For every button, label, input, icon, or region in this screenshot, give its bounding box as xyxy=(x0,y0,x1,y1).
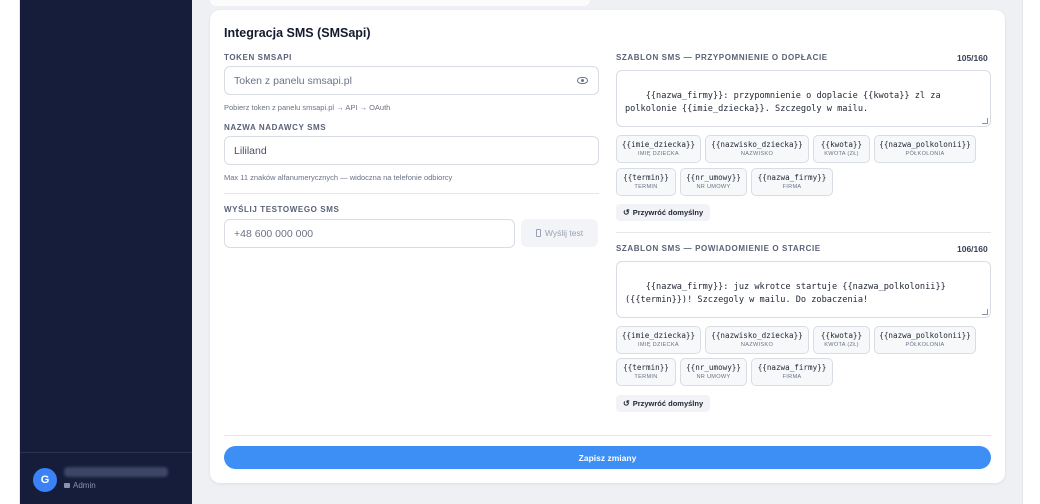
user-role-label: Admin xyxy=(73,481,96,490)
template-reminder-text: {{nazwa_firmy}}: przypomnienie o doplaci… xyxy=(625,91,946,114)
chip-code: {{nazwisko_dziecka}} xyxy=(711,331,803,340)
chip-code: {{kwota}} xyxy=(820,331,863,340)
variable-chip-kwota[interactable]: {{kwota}} KWOTA (ZŁ) xyxy=(813,326,870,354)
sender-label: NAZWA NADAWCY SMS xyxy=(224,123,327,132)
chip-code: {{nazwa_firmy}} xyxy=(757,173,827,182)
reset-start-template-button[interactable]: ↺ Przywróć domyślny xyxy=(616,395,711,412)
test-phone-input[interactable]: +48 600 000 000 xyxy=(224,219,515,248)
resize-handle[interactable] xyxy=(982,309,988,315)
token-label: TOKEN SMSAPI xyxy=(224,53,292,62)
resize-handle[interactable] xyxy=(982,118,988,124)
avatar[interactable]: G xyxy=(33,468,57,492)
eye-icon[interactable] xyxy=(577,77,588,84)
chip-code: {{nazwa_polkolonii}} xyxy=(879,140,971,149)
chip-label: NR UMOWY xyxy=(696,374,731,380)
chip-label: FIRMA xyxy=(782,184,802,190)
variable-chip-polkolonia[interactable]: {{nazwa_polkolonii}} PÓŁKOLONIA xyxy=(874,135,976,163)
chip-label: IMIĘ DZIECKA xyxy=(638,342,679,348)
chip-code: {{nr_umowy}} xyxy=(686,363,741,372)
variable-chip-nazwisko[interactable]: {{nazwisko_dziecka}} NAZWISKO xyxy=(705,326,809,354)
template-start-counter: 106/160 xyxy=(957,244,988,254)
divider xyxy=(224,193,599,194)
user-email-redacted xyxy=(64,467,168,477)
test-sms-label: WYŚLIJ TESTOWEGO SMS xyxy=(224,205,340,214)
divider xyxy=(616,232,991,233)
reset-reminder-template-button[interactable]: ↺ Przywróć domyślny xyxy=(616,204,711,221)
chip-code: {{imie_dziecka}} xyxy=(621,331,696,340)
reset-label: Przywróć domyślny xyxy=(632,399,704,408)
chip-code: {{nazwisko_dziecka}} xyxy=(711,140,803,149)
sidebar: G Admin xyxy=(20,0,192,504)
variable-chip-termin[interactable]: {{termin}} TERMIN xyxy=(616,168,676,196)
refresh-icon: ↺ xyxy=(623,207,630,217)
refresh-icon: ↺ xyxy=(623,398,630,408)
sidebar-user-panel[interactable]: G Admin xyxy=(20,452,192,504)
previous-card-edge xyxy=(210,0,590,6)
send-test-button[interactable]: Wyślij test xyxy=(521,219,598,247)
chip-label: IMIĘ DZIECKA xyxy=(638,151,679,157)
chip-code: {{nazwa_firmy}} xyxy=(757,363,827,372)
briefcase-icon xyxy=(64,483,70,488)
variable-chip-firma[interactable]: {{nazwa_firmy}} FIRMA xyxy=(751,358,833,386)
variable-chip-imie-dziecka[interactable]: {{imie_dziecka}} IMIĘ DZIECKA xyxy=(616,326,701,354)
chip-code: {{termin}} xyxy=(623,363,669,372)
variable-chip-termin[interactable]: {{termin}} TERMIN xyxy=(616,358,676,386)
chip-code: {{nr_umowy}} xyxy=(686,173,741,182)
card-title: Integracja SMS (SMSapi) xyxy=(224,26,371,40)
phone-icon xyxy=(535,229,541,237)
variable-chip-kwota[interactable]: {{kwota}} KWOTA (ZŁ) xyxy=(813,135,870,163)
left-edge-panel xyxy=(0,0,20,504)
variable-chip-nr-umowy[interactable]: {{nr_umowy}} NR UMOWY xyxy=(680,168,747,196)
template-start-label: SZABLON SMS — POWIADOMIENIE O STARCIE xyxy=(616,244,821,253)
variable-chip-firma[interactable]: {{nazwa_firmy}} FIRMA xyxy=(751,168,833,196)
token-hint: Pobierz token z panelu smsapi.pl → API →… xyxy=(224,103,391,112)
chip-label: PÓŁKOLONIA xyxy=(905,151,945,157)
chip-code: {{kwota}} xyxy=(820,140,863,149)
variable-chip-nazwisko[interactable]: {{nazwisko_dziecka}} NAZWISKO xyxy=(705,135,809,163)
sender-value: Lililand xyxy=(234,144,267,157)
variable-chip-nr-umowy[interactable]: {{nr_umowy}} NR UMOWY xyxy=(680,358,747,386)
chip-label: PÓŁKOLONIA xyxy=(905,342,945,348)
template-start-textarea[interactable]: {{nazwa_firmy}}: juz wkrotce startuje {{… xyxy=(616,261,991,318)
template-start-text: {{nazwa_firmy}}: juz wkrotce startuje {{… xyxy=(625,282,951,305)
sms-integration-card: Integracja SMS (SMSapi) TOKEN SMSAPI Tok… xyxy=(210,10,1005,483)
template-reminder-textarea[interactable]: {{nazwa_firmy}}: przypomnienie o doplaci… xyxy=(616,70,991,127)
save-changes-button[interactable]: Zapisz zmiany xyxy=(224,446,991,469)
chip-label: KWOTA (ZŁ) xyxy=(824,342,859,348)
chip-label: TERMIN xyxy=(634,374,658,380)
chip-code: {{termin}} xyxy=(623,173,669,182)
variable-chip-imie-dziecka[interactable]: {{imie_dziecka}} IMIĘ DZIECKA xyxy=(616,135,701,163)
token-placeholder: Token z panelu smsapi.pl xyxy=(234,74,352,87)
send-test-label: Wyślij test xyxy=(544,228,584,238)
chip-code: {{imie_dziecka}} xyxy=(621,140,696,149)
chip-label: NAZWISKO xyxy=(740,151,774,157)
divider xyxy=(224,435,991,436)
chip-label: FIRMA xyxy=(782,374,802,380)
test-phone-placeholder: +48 600 000 000 xyxy=(234,227,314,240)
chip-label: TERMIN xyxy=(634,184,658,190)
chip-label: NAZWISKO xyxy=(740,342,774,348)
template-reminder-counter: 105/160 xyxy=(957,53,988,63)
sender-hint: Max 11 znaków alfanumerycznych — widoczn… xyxy=(224,173,453,182)
sender-name-input[interactable]: Lililand xyxy=(224,136,599,165)
template-reminder-label: SZABLON SMS — PRZYPOMNIENIE O DOPŁACIE xyxy=(616,53,828,62)
user-role: Admin xyxy=(64,481,96,490)
token-input[interactable]: Token z panelu smsapi.pl xyxy=(224,66,599,95)
scrollbar-track[interactable] xyxy=(1022,0,1040,504)
chip-label: NR UMOWY xyxy=(696,184,731,190)
variable-chip-polkolonia[interactable]: {{nazwa_polkolonii}} PÓŁKOLONIA xyxy=(874,326,976,354)
chip-label: KWOTA (ZŁ) xyxy=(824,151,859,157)
chip-code: {{nazwa_polkolonii}} xyxy=(879,331,971,340)
reset-label: Przywróć domyślny xyxy=(632,208,704,217)
